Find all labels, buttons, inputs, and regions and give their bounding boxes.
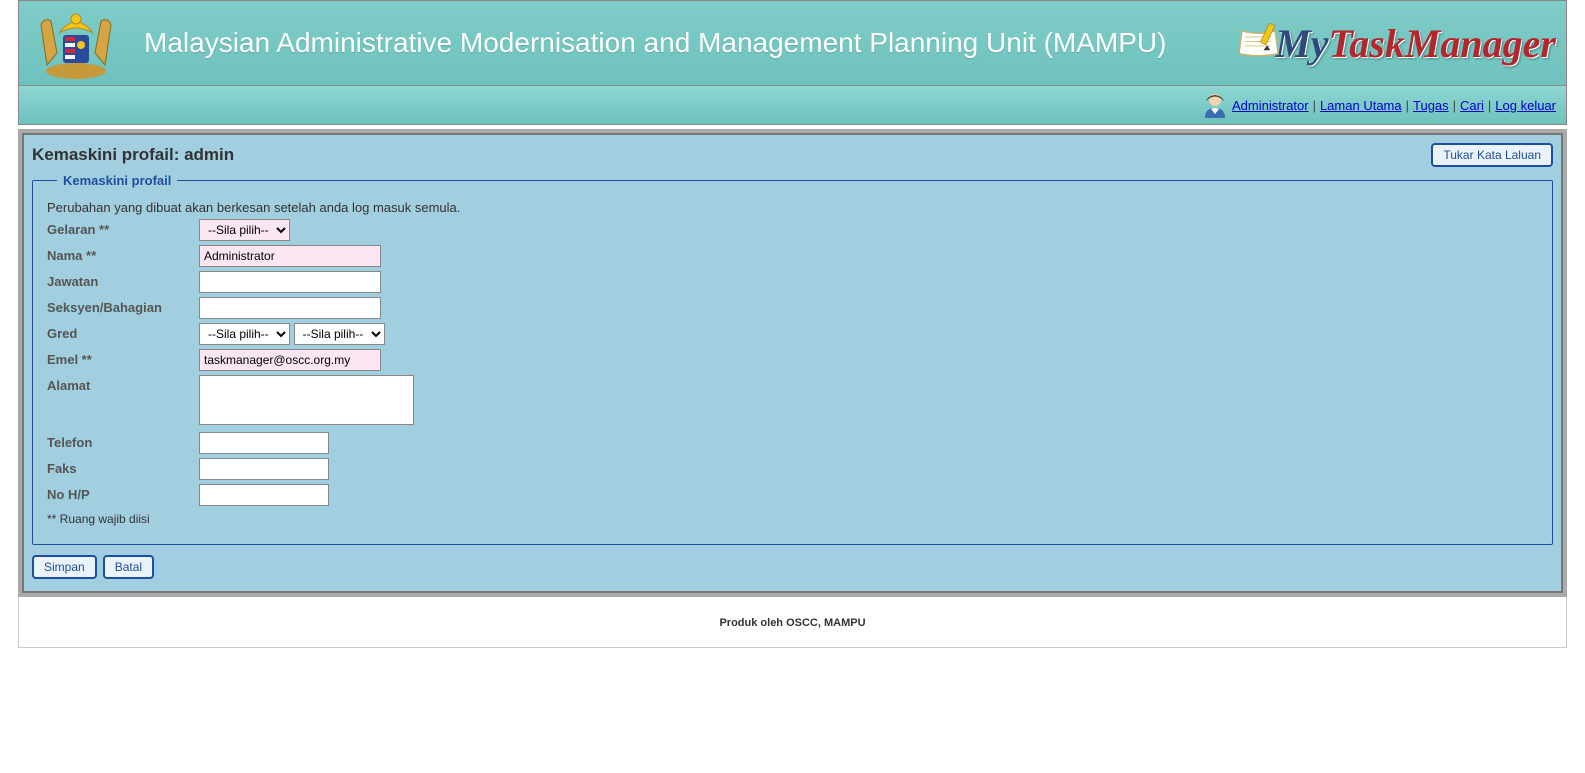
logo-taskmanager: TaskManager	[1329, 20, 1556, 67]
footer-text: Produk oleh OSCC, MAMPU	[719, 617, 865, 629]
change-password-button[interactable]: Tukar Kata Laluan	[1431, 143, 1553, 167]
form-note: Perubahan yang dibuat akan berkesan sete…	[47, 200, 1538, 215]
nav-logout[interactable]: Log keluar	[1495, 98, 1556, 113]
label-nohp: No H/P	[47, 484, 199, 502]
fieldset-legend: Kemaskini profail	[57, 173, 177, 188]
nav-administrator[interactable]: Administrator	[1232, 98, 1309, 113]
nav-search[interactable]: Cari	[1460, 98, 1484, 113]
nav-bar: Administrator | Laman Utama | Tugas | Ca…	[18, 86, 1567, 125]
input-faks[interactable]	[199, 458, 329, 480]
nav-home[interactable]: Laman Utama	[1320, 98, 1402, 113]
crest-logo	[29, 5, 124, 81]
save-button[interactable]: Simpan	[32, 555, 97, 579]
label-gelaran: Gelaran **	[47, 219, 199, 237]
cancel-button[interactable]: Batal	[103, 555, 154, 579]
textarea-alamat[interactable]	[199, 375, 414, 425]
org-title: Malaysian Administrative Modernisation a…	[144, 26, 1236, 60]
label-gred: Gred	[47, 323, 199, 341]
select-gelaran[interactable]: --Sila pilih--	[199, 219, 290, 241]
header-bar: Malaysian Administrative Modernisation a…	[18, 0, 1567, 86]
input-nama[interactable]	[199, 245, 381, 267]
label-faks: Faks	[47, 458, 199, 476]
input-jawatan[interactable]	[199, 271, 381, 293]
input-nohp[interactable]	[199, 484, 329, 506]
content-wrap: Kemaskini profail: admin Tukar Kata Lalu…	[18, 129, 1567, 597]
input-telefon[interactable]	[199, 432, 329, 454]
profile-fieldset: Kemaskini profail Perubahan yang dibuat …	[32, 173, 1553, 545]
nav-tasks[interactable]: Tugas	[1413, 98, 1449, 113]
logo-my: My	[1275, 20, 1328, 67]
required-note: ** Ruang wajib diisi	[47, 512, 1538, 526]
user-icon	[1202, 92, 1228, 118]
label-emel: Emel **	[47, 349, 199, 367]
panel-title: Kemaskini profail: admin	[32, 145, 234, 165]
label-alamat: Alamat	[47, 375, 199, 393]
label-telefon: Telefon	[47, 432, 199, 450]
app-logo: MyTaskManager	[1236, 13, 1556, 73]
label-nama: Nama **	[47, 245, 199, 263]
label-seksyen: Seksyen/Bahagian	[47, 297, 199, 315]
content-inner: Kemaskini profail: admin Tukar Kata Lalu…	[22, 133, 1563, 593]
label-jawatan: Jawatan	[47, 271, 199, 289]
input-emel[interactable]	[199, 349, 381, 371]
footer: Produk oleh OSCC, MAMPU	[18, 597, 1567, 648]
select-gred-1[interactable]: --Sila pilih--	[199, 323, 290, 345]
select-gred-2[interactable]: --Sila pilih--	[294, 323, 385, 345]
input-seksyen[interactable]	[199, 297, 381, 319]
